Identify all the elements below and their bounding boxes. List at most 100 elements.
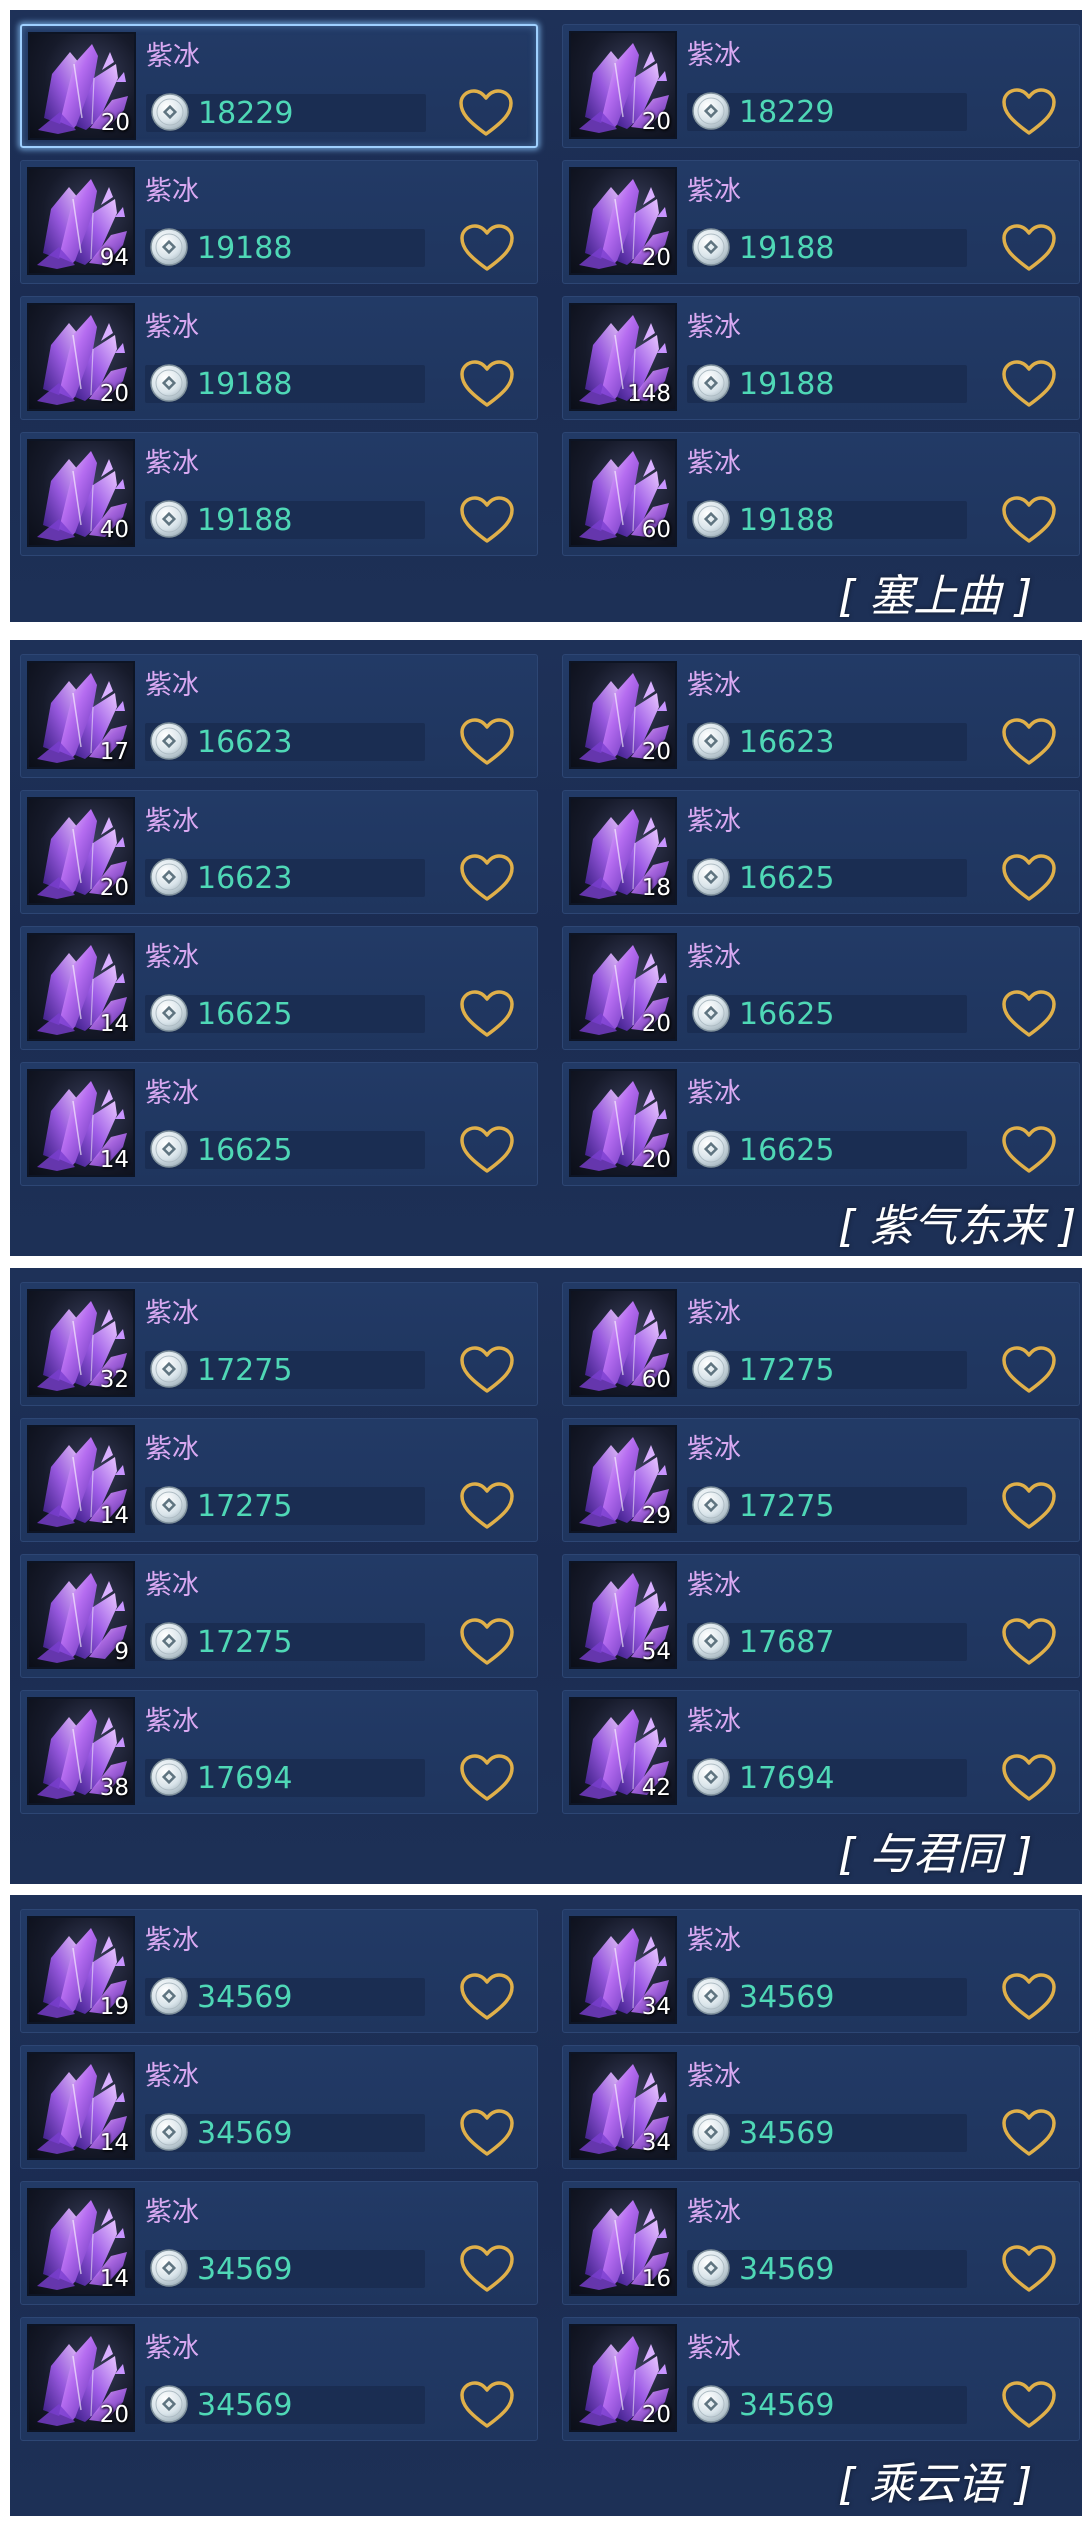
listing-card[interactable]: 148 紫冰 19188 (562, 296, 1080, 420)
listing-card[interactable]: 20 紫冰 34569 (20, 2317, 538, 2441)
listing-card[interactable]: 20 紫冰 19188 (20, 296, 538, 420)
listing-card[interactable]: 20 紫冰 18229 (562, 24, 1080, 148)
purple-ice-crystal-icon[interactable]: 42 (569, 1697, 677, 1805)
listing-card[interactable]: 9 紫冰 17275 (20, 1554, 538, 1678)
purple-ice-crystal-icon[interactable]: 14 (27, 2188, 135, 2296)
purple-ice-crystal-icon[interactable]: 20 (569, 933, 677, 1041)
purple-ice-crystal-icon[interactable]: 9 (27, 1561, 135, 1669)
listing-card[interactable]: 29 紫冰 17275 (562, 1418, 1080, 1542)
listing-card[interactable]: 34 紫冰 34569 (562, 2045, 1080, 2169)
listing-card[interactable]: 20 紫冰 16625 (562, 926, 1080, 1050)
purple-ice-crystal-icon[interactable]: 40 (27, 439, 135, 547)
listing-card[interactable]: 20 紫冰 18229 (20, 24, 538, 148)
heart-outline-icon[interactable] (459, 717, 515, 767)
heart-outline-icon[interactable] (1001, 223, 1057, 273)
purple-ice-crystal-icon[interactable]: 60 (569, 1289, 677, 1397)
purple-ice-crystal-icon[interactable]: 54 (569, 1561, 677, 1669)
purple-ice-crystal-icon[interactable]: 60 (569, 439, 677, 547)
heart-outline-icon[interactable] (1001, 87, 1057, 137)
item-quantity: 20 (641, 1147, 671, 1173)
purple-ice-crystal-icon[interactable]: 20 (569, 2324, 677, 2432)
listing-card[interactable]: 16 紫冰 34569 (562, 2181, 1080, 2305)
purple-ice-crystal-icon[interactable]: 20 (27, 2324, 135, 2432)
heart-outline-icon[interactable] (459, 1125, 515, 1175)
heart-outline-icon[interactable] (459, 359, 515, 409)
purple-ice-crystal-icon[interactable]: 19 (27, 1916, 135, 2024)
heart-outline-icon[interactable] (459, 1345, 515, 1395)
purple-ice-crystal-icon[interactable]: 20 (569, 167, 677, 275)
item-quantity: 14 (99, 1503, 129, 1529)
heart-outline-icon[interactable] (1001, 495, 1057, 545)
purple-ice-crystal-icon[interactable]: 20 (27, 797, 135, 905)
purple-ice-crystal-icon[interactable]: 20 (569, 1069, 677, 1177)
listing-card[interactable]: 14 紫冰 16625 (20, 926, 538, 1050)
purple-ice-crystal-icon[interactable]: 17 (27, 661, 135, 769)
heart-outline-icon[interactable] (459, 1617, 515, 1667)
listing-card[interactable]: 14 紫冰 17275 (20, 1418, 538, 1542)
listing-card[interactable]: 18 紫冰 16625 (562, 790, 1080, 914)
heart-outline-icon[interactable] (1001, 853, 1057, 903)
heart-outline-icon[interactable] (1001, 717, 1057, 767)
listing-card[interactable]: 20 紫冰 34569 (562, 2317, 1080, 2441)
heart-outline-icon[interactable] (459, 2380, 515, 2430)
heart-outline-icon[interactable] (1001, 359, 1057, 409)
listing-card[interactable]: 14 紫冰 34569 (20, 2045, 538, 2169)
heart-outline-icon[interactable] (1001, 2108, 1057, 2158)
purple-ice-crystal-icon[interactable]: 32 (27, 1289, 135, 1397)
purple-ice-crystal-icon[interactable]: 14 (27, 1069, 135, 1177)
listing-card[interactable]: 32 紫冰 17275 (20, 1282, 538, 1406)
purple-ice-crystal-icon[interactable]: 20 (28, 32, 136, 140)
heart-outline-icon[interactable] (459, 853, 515, 903)
heart-outline-icon[interactable] (1001, 1972, 1057, 2022)
item-quantity: 38 (99, 1775, 129, 1801)
purple-ice-crystal-icon[interactable]: 20 (569, 31, 677, 139)
purple-ice-crystal-icon[interactable]: 94 (27, 167, 135, 275)
listing-card[interactable]: 38 紫冰 17694 (20, 1690, 538, 1814)
heart-outline-icon[interactable] (1001, 2380, 1057, 2430)
price-field: 34569 (687, 2113, 967, 2152)
purple-ice-crystal-icon[interactable]: 16 (569, 2188, 677, 2296)
listing-card[interactable]: 17 紫冰 16623 (20, 654, 538, 778)
listing-card[interactable]: 20 紫冰 16623 (562, 654, 1080, 778)
purple-ice-crystal-icon[interactable]: 148 (569, 303, 677, 411)
heart-outline-icon[interactable] (1001, 989, 1057, 1039)
listing-card[interactable]: 40 紫冰 19188 (20, 432, 538, 556)
heart-outline-icon[interactable] (459, 495, 515, 545)
heart-outline-icon[interactable] (459, 989, 515, 1039)
heart-outline-icon[interactable] (1001, 2244, 1057, 2294)
listing-card[interactable]: 19 紫冰 34569 (20, 1909, 538, 2033)
heart-outline-icon[interactable] (1001, 1345, 1057, 1395)
listing-card[interactable]: 14 紫冰 34569 (20, 2181, 538, 2305)
listing-card[interactable]: 60 紫冰 19188 (562, 432, 1080, 556)
purple-ice-crystal-icon[interactable]: 14 (27, 2052, 135, 2160)
heart-outline-icon[interactable] (1001, 1125, 1057, 1175)
listing-card[interactable]: 20 紫冰 16623 (20, 790, 538, 914)
purple-ice-crystal-icon[interactable]: 20 (27, 303, 135, 411)
listing-card[interactable]: 20 紫冰 19188 (562, 160, 1080, 284)
heart-outline-icon[interactable] (459, 2244, 515, 2294)
heart-outline-icon[interactable] (458, 88, 514, 138)
heart-outline-icon[interactable] (459, 1753, 515, 1803)
heart-outline-icon[interactable] (459, 1972, 515, 2022)
heart-outline-icon[interactable] (459, 1481, 515, 1531)
purple-ice-crystal-icon[interactable]: 20 (569, 661, 677, 769)
listing-card[interactable]: 42 紫冰 17694 (562, 1690, 1080, 1814)
purple-ice-crystal-icon[interactable]: 38 (27, 1697, 135, 1805)
listing-card[interactable]: 20 紫冰 16625 (562, 1062, 1080, 1186)
listing-card[interactable]: 34 紫冰 34569 (562, 1909, 1080, 2033)
purple-ice-crystal-icon[interactable]: 29 (569, 1425, 677, 1533)
purple-ice-crystal-icon[interactable]: 14 (27, 933, 135, 1041)
heart-outline-icon[interactable] (1001, 1481, 1057, 1531)
listing-card[interactable]: 60 紫冰 17275 (562, 1282, 1080, 1406)
purple-ice-crystal-icon[interactable]: 18 (569, 797, 677, 905)
heart-outline-icon[interactable] (1001, 1753, 1057, 1803)
purple-ice-crystal-icon[interactable]: 34 (569, 1916, 677, 2024)
listing-card[interactable]: 54 紫冰 17687 (562, 1554, 1080, 1678)
heart-outline-icon[interactable] (459, 2108, 515, 2158)
listing-card[interactable]: 94 紫冰 19188 (20, 160, 538, 284)
heart-outline-icon[interactable] (1001, 1617, 1057, 1667)
purple-ice-crystal-icon[interactable]: 14 (27, 1425, 135, 1533)
heart-outline-icon[interactable] (459, 223, 515, 273)
purple-ice-crystal-icon[interactable]: 34 (569, 2052, 677, 2160)
listing-card[interactable]: 14 紫冰 16625 (20, 1062, 538, 1186)
